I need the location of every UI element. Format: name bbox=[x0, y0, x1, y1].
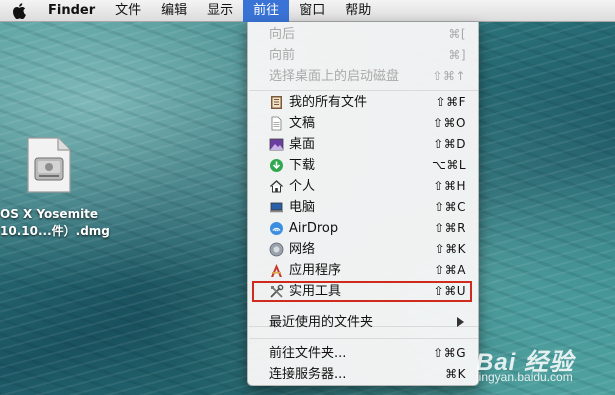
menu-file[interactable]: 文件 bbox=[105, 0, 151, 22]
applications-icon bbox=[271, 264, 282, 277]
menu-item-network[interactable]: 网络 ⇧⌘K bbox=[248, 239, 478, 260]
menu-bar: Finder 文件 编辑 显示 前往 窗口 帮助 bbox=[0, 0, 615, 22]
utilities-annotation-box bbox=[252, 281, 472, 302]
home-icon bbox=[270, 180, 283, 193]
menu-item-documents[interactable]: 文稿 ⇧⌘O bbox=[248, 113, 478, 134]
dmg-label-line2: 10.10...件）.dmg bbox=[0, 224, 110, 238]
menu-item-startup-disk[interactable]: 选择桌面上的启动磁盘 ⇧⌘↑ bbox=[248, 66, 478, 87]
airdrop-icon bbox=[270, 222, 283, 235]
documents-icon bbox=[271, 116, 282, 131]
menu-item-forward[interactable]: 向前 ⌘] bbox=[248, 45, 478, 66]
menu-item-back[interactable]: 向后 ⌘[ bbox=[248, 24, 478, 45]
watermark-url: jingyan.baidu.com bbox=[476, 370, 573, 384]
menu-separator bbox=[249, 90, 478, 91]
menu-item-computer[interactable]: 电脑 ⇧⌘C bbox=[248, 197, 478, 218]
all-my-files-icon bbox=[271, 96, 282, 109]
menu-item-all-my-files[interactable]: 我的所有文件 ⇧⌘F bbox=[248, 92, 478, 113]
downloads-icon bbox=[270, 159, 283, 172]
menu-edit[interactable]: 编辑 bbox=[151, 0, 197, 22]
menu-item-home[interactable]: 个人 ⇧⌘H bbox=[248, 176, 478, 197]
menu-item-downloads[interactable]: 下载 ⌥⌘L bbox=[248, 155, 478, 176]
menu-window[interactable]: 窗口 bbox=[289, 0, 335, 22]
apple-logo-icon[interactable] bbox=[0, 0, 38, 22]
menu-separator bbox=[249, 338, 478, 339]
menu-view[interactable]: 显示 bbox=[197, 0, 243, 22]
menu-go[interactable]: 前往 bbox=[243, 0, 290, 22]
menu-finder[interactable]: Finder bbox=[38, 0, 105, 22]
menu-item-go-to-folder[interactable]: 前往文件夹... ⇧⌘G bbox=[248, 343, 478, 364]
go-menu-dropdown: 向后 ⌘[ 向前 ⌘] 选择桌面上的启动磁盘 ⇧⌘↑ 我的所有文件 ⇧⌘F 文稿… bbox=[247, 22, 479, 386]
network-icon bbox=[269, 242, 284, 257]
disk-image-icon[interactable] bbox=[26, 136, 72, 194]
menu-item-desktop[interactable]: 桌面 ⇧⌘D bbox=[248, 134, 478, 155]
computer-icon bbox=[270, 202, 283, 213]
desktop-icon bbox=[269, 138, 284, 151]
menu-item-airdrop[interactable]: AirDrop ⇧⌘R bbox=[248, 218, 478, 239]
baidu-watermark: Bai 经验 jingyan.baidu.com bbox=[476, 334, 606, 390]
menu-item-connect-server[interactable]: 连接服务器... ⌘K bbox=[248, 364, 478, 385]
menu-help[interactable]: 帮助 bbox=[335, 0, 381, 22]
menu-item-recent-folders[interactable]: 最近使用的文件夹 bbox=[248, 312, 478, 333]
dmg-label-line1: OS X Yosemite bbox=[0, 207, 99, 221]
submenu-arrow-icon bbox=[457, 317, 464, 327]
dmg-file-label[interactable]: OS X Yosemite 10.10...件）.dmg bbox=[0, 206, 110, 240]
menu-item-applications[interactable]: 应用程序 ⇧⌘A bbox=[248, 260, 478, 281]
